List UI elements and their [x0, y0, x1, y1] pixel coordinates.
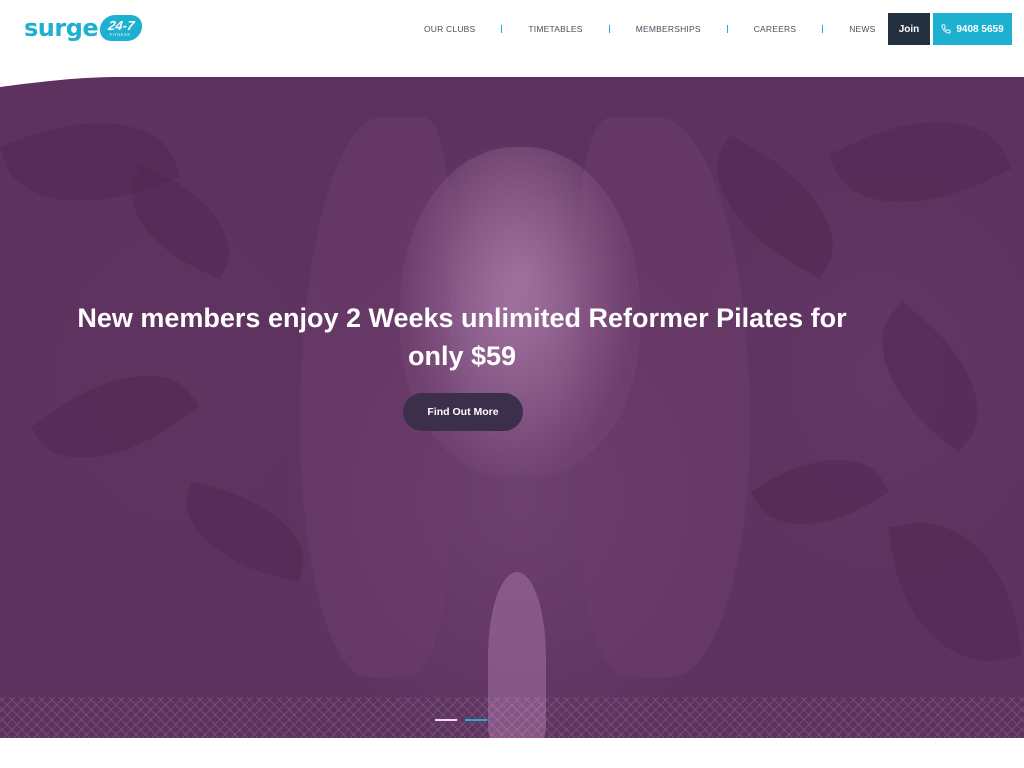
nav-divider [822, 25, 824, 33]
nav-item-memberships[interactable]: MEMBERSHIPS [636, 24, 701, 34]
nav-item-careers[interactable]: CAREERS [754, 24, 797, 34]
hero-top-curve [0, 77, 120, 87]
find-out-more-button[interactable]: Find Out More [403, 393, 523, 431]
background-leaf [173, 481, 317, 583]
nav-divider [501, 25, 503, 33]
hero-bottom-pattern [0, 697, 1024, 738]
background-leaf [750, 431, 890, 553]
nav-item-our-clubs[interactable]: OUR CLUBS [424, 24, 475, 34]
background-leaf [828, 87, 1012, 237]
logo-badge-subtitle: FITNESS [109, 32, 131, 37]
phone-icon [941, 24, 951, 34]
nav-item-news[interactable]: NEWS [849, 24, 875, 34]
phone-button[interactable]: 9408 5659 [933, 13, 1012, 45]
slider-dot-2[interactable] [465, 719, 487, 721]
nav-item-timetables[interactable]: TIMETABLES [528, 24, 582, 34]
slider-dot-1[interactable] [435, 719, 457, 721]
main-nav: OUR CLUBS TIMETABLES MEMBERSHIPS CAREERS… [424, 22, 876, 36]
logo-badge-number: 24-7 [107, 18, 136, 33]
logo[interactable]: surge 24-7 FITNESS [24, 14, 144, 42]
site-header: surge 24-7 FITNESS OUR CLUBS TIMETABLES … [0, 0, 1024, 77]
nav-divider [726, 25, 728, 33]
slider-pagination [435, 719, 487, 721]
hero-banner: New members enjoy 2 Weeks unlimited Refo… [0, 77, 1024, 738]
background-leaf [850, 301, 1010, 453]
background-leaf [110, 164, 250, 280]
nav-divider [608, 25, 610, 33]
background-leaf [887, 508, 1023, 676]
phone-number: 9408 5659 [956, 23, 1004, 35]
logo-badge: 24-7 FITNESS [98, 15, 144, 41]
logo-wordmark: surge [24, 14, 99, 42]
hero-headline: New members enjoy 2 Weeks unlimited Refo… [77, 303, 847, 371]
join-button[interactable]: Join [888, 13, 930, 45]
